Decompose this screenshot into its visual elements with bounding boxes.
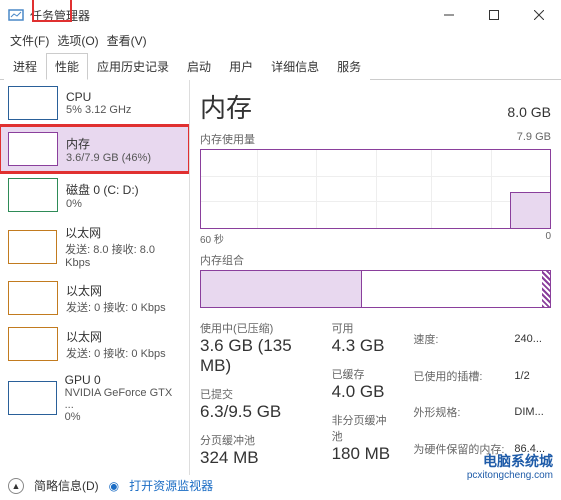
sub: 发送: 0 接收: 0 Kbps (66, 299, 166, 315)
usage-chart-label: 内存使用量 (200, 131, 255, 147)
label: 以太网 (65, 224, 181, 241)
label: 内存 (66, 135, 151, 152)
menu-view[interactable]: 查看(V) (103, 30, 151, 52)
tab-processes[interactable]: 进程 (4, 53, 46, 80)
close-button[interactable] (516, 0, 561, 30)
tab-app-history[interactable]: 应用历史记录 (88, 53, 178, 80)
window-title: 任务管理器 (30, 7, 426, 24)
sidebar-item-gpu[interactable]: GPU 0NVIDIA GeForce GTX ... 0% (0, 367, 189, 429)
sidebar-item-ethernet-1[interactable]: 以太网发送: 8.0 接收: 8.0 Kbps (0, 218, 189, 275)
open-resource-monitor-link[interactable]: 打开资源监视器 (129, 477, 213, 494)
sub: 5% 3.12 GHz (66, 104, 131, 116)
axis-right: 0 (545, 231, 551, 246)
label: GPU 0 (65, 373, 181, 387)
titlebar: 任务管理器 (0, 0, 561, 30)
tab-startup[interactable]: 启动 (178, 53, 220, 80)
disk-thumb (8, 178, 58, 212)
tab-performance[interactable]: 性能 (46, 53, 88, 80)
minimize-button[interactable] (426, 0, 471, 30)
resource-monitor-icon: ◉ (109, 479, 119, 493)
sidebar-item-cpu[interactable]: CPU5% 3.12 GHz (0, 80, 189, 126)
memory-usage-chart (200, 149, 551, 229)
memory-composition-chart (200, 270, 551, 308)
tab-details[interactable]: 详细信息 (262, 53, 328, 80)
menu-file[interactable]: 文件(F) (6, 30, 53, 52)
sub: 3.6/7.9 GB (46%) (66, 152, 151, 164)
sidebar-item-ethernet-3[interactable]: 以太网发送: 0 接收: 0 Kbps (0, 321, 189, 367)
detail-panel: 内存 8.0 GB 内存使用量 7.9 GB 60 秒 0 内存组合 使用中(已压缩… (190, 80, 561, 475)
tabs: 进程 性能 应用历史记录 启动 用户 详细信息 服务 (0, 52, 561, 80)
net-thumb (8, 281, 58, 315)
stat-cached: 已缓存4.0 GB (332, 366, 392, 402)
memory-thumb (8, 132, 58, 166)
stat-in-use: 使用中(已压缩)3.6 GB (135 MB) (200, 320, 316, 376)
maximize-button[interactable] (471, 0, 516, 30)
cpu-thumb (8, 86, 58, 120)
stat-committed: 已提交6.3/9.5 GB (200, 386, 316, 422)
menu-options[interactable]: 选项(O) (53, 30, 102, 52)
stat-nonpaged: 非分页缓冲池180 MB (332, 412, 392, 464)
label: 以太网 (66, 328, 166, 345)
gpu-thumb (8, 381, 57, 415)
sub: NVIDIA GeForce GTX ... 0% (65, 387, 181, 423)
sidebar-item-ethernet-2[interactable]: 以太网发送: 0 接收: 0 Kbps (0, 275, 189, 321)
detail-capacity: 8.0 GB (507, 104, 551, 120)
net-thumb (8, 230, 57, 264)
sub: 发送: 0 接收: 0 Kbps (66, 345, 166, 361)
label: 以太网 (66, 282, 166, 299)
sidebar-item-disk[interactable]: 磁盘 0 (C: D:)0% (0, 172, 189, 218)
tab-users[interactable]: 用户 (220, 53, 262, 80)
detail-title: 内存 (200, 88, 252, 125)
fewer-details-link[interactable]: 简略信息(D) (34, 477, 99, 494)
composition-label: 内存组合 (200, 252, 244, 268)
app-icon (8, 7, 24, 23)
spec-table: 速度:240... 已使用的插槽:1/2 外形规格:DIM... 为硬件保留的内… (407, 320, 551, 468)
watermark: 电脑系统城 pcxitongcheng.com (467, 453, 553, 482)
chevron-up-icon[interactable]: ▲ (8, 478, 24, 494)
label: 磁盘 0 (C: D:) (66, 181, 139, 198)
stat-paged: 分页缓冲池324 MB (200, 432, 316, 468)
sidebar-item-memory[interactable]: 内存3.6/7.9 GB (46%) (0, 126, 189, 172)
stat-available: 可用4.3 GB (332, 320, 392, 356)
axis-left: 60 秒 (200, 231, 224, 246)
usage-chart-max: 7.9 GB (517, 131, 551, 147)
sub: 0% (66, 198, 139, 210)
sidebar: CPU5% 3.12 GHz 内存3.6/7.9 GB (46%) 磁盘 0 (… (0, 80, 190, 475)
menubar: 文件(F) 选项(O) 查看(V) (0, 30, 561, 52)
label: CPU (66, 90, 131, 104)
tab-services[interactable]: 服务 (328, 53, 370, 80)
footer: ▲ 简略信息(D) ◉ 打开资源监视器 (8, 477, 213, 494)
sub: 发送: 8.0 接收: 8.0 Kbps (65, 241, 181, 269)
net-thumb (8, 327, 58, 361)
